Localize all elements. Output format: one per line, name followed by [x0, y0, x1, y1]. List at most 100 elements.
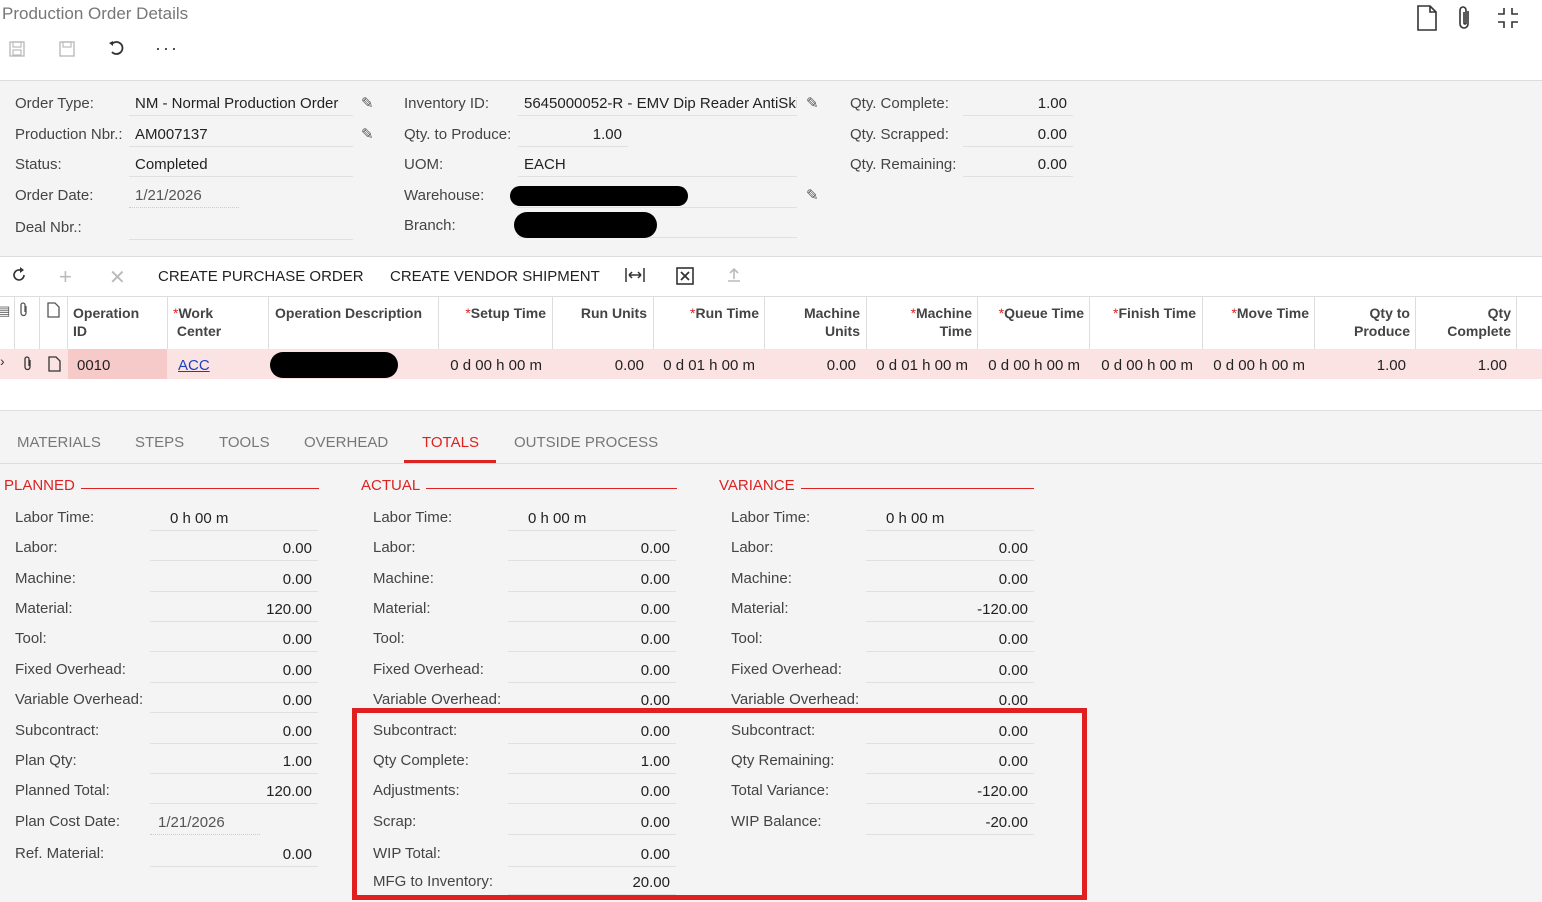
col-divider [67, 297, 68, 349]
edit-inventory-id-icon[interactable]: ✎ [806, 94, 819, 112]
cell-move-time[interactable]: 0 d 00 h 00 m [1204, 357, 1305, 374]
undo-icon[interactable] [107, 38, 127, 63]
col-operation-description[interactable]: Operation Description [275, 304, 422, 322]
tab-outside-process[interactable]: OUTSIDE PROCESS [514, 434, 658, 451]
cell-machine-units[interactable]: 0.00 [766, 357, 856, 374]
inventory-id-field[interactable]: 5645000052-R - EMV Dip Reader AntiSki [518, 92, 797, 116]
cell-run-time[interactable]: 0 d 01 h 00 m [655, 357, 755, 374]
variance-row-value: 0.00 [866, 628, 1034, 652]
col-queue-time[interactable]: *Queue Time [984, 304, 1084, 322]
collapse-icon[interactable] [1496, 6, 1520, 34]
production-nbr-field[interactable]: AM007137 [129, 123, 353, 147]
redacted-warehouse [510, 186, 688, 206]
variance-row-value: 0 h 00 m [866, 507, 1034, 531]
redacted-branch [514, 212, 657, 238]
planned-row-value: 0.00 [150, 628, 318, 652]
col-divider [167, 297, 168, 349]
row-selector-icon[interactable]: ▤ [0, 303, 10, 319]
col-move-time[interactable]: *Move Time [1209, 304, 1309, 322]
edit-production-nbr-icon[interactable]: ✎ [361, 125, 374, 143]
tab-tools[interactable]: TOOLS [219, 434, 270, 451]
col-work-center[interactable]: *Work Center [173, 304, 221, 340]
col-divider [1516, 297, 1517, 349]
actual-row-value: 0.00 [508, 659, 676, 683]
planned-row-label: Fixed Overhead: [15, 661, 126, 678]
tab-totals[interactable]: TOTALS [422, 434, 479, 451]
actual-row-value: 0.00 [508, 598, 676, 622]
qty-complete-label: Qty. Complete: [850, 95, 949, 112]
planned-row-label: Labor Time: [15, 509, 95, 526]
export-excel-icon[interactable] [676, 267, 694, 289]
cell-setup-time[interactable]: 0 d 00 h 00 m [440, 357, 542, 374]
qty-complete-field: 1.00 [963, 92, 1073, 116]
document-icon[interactable] [1416, 5, 1438, 35]
delete-row-icon[interactable]: ✕ [109, 265, 126, 290]
upload-icon[interactable] [725, 266, 743, 288]
actual-row-value: 0.00 [508, 628, 676, 652]
edit-order-type-icon[interactable]: ✎ [361, 94, 374, 112]
row-notes-icon[interactable] [48, 356, 61, 376]
actual-row-label: Material: [373, 600, 431, 617]
actual-row-value: 0.00 [508, 537, 676, 561]
cell-operation-id[interactable]: 0010 [77, 357, 110, 374]
col-divider [438, 297, 439, 349]
planned-row-value: 0.00 [150, 843, 318, 867]
cell-machine-time[interactable]: 0 d 01 h 00 m [868, 357, 968, 374]
planned-row-value: 120.00 [150, 780, 318, 804]
fit-columns-icon[interactable] [624, 266, 646, 288]
col-operation-id[interactable]: Operation ID [73, 304, 139, 340]
uom-field[interactable]: EACH [518, 153, 797, 177]
col-divider [1415, 297, 1416, 349]
cell-qty-complete[interactable]: 1.00 [1417, 357, 1507, 374]
tab-materials[interactable]: MATERIALS [17, 434, 101, 451]
row-files-icon[interactable] [22, 356, 34, 376]
col-run-units[interactable]: Run Units [560, 304, 647, 322]
order-type-field[interactable]: NM - Normal Production Order [129, 92, 353, 116]
files-header-icon [18, 302, 30, 322]
variance-row-value: 0.00 [866, 568, 1034, 592]
planned-row-value: 0.00 [150, 720, 318, 744]
order-date-label: Order Date: [15, 187, 94, 204]
col-qty-complete[interactable]: Qty Complete [1420, 304, 1511, 340]
page-title: Production Order Details [2, 4, 189, 23]
col-machine-units[interactable]: Machine Units [770, 304, 860, 340]
tab-overhead[interactable]: OVERHEAD [304, 434, 388, 451]
edit-warehouse-icon[interactable]: ✎ [806, 186, 819, 204]
actual-row-label: Fixed Overhead: [373, 661, 484, 678]
deal-nbr-field[interactable] [129, 216, 353, 240]
inventory-id-label: Inventory ID: [404, 95, 490, 112]
planned-section-title: PLANNED [4, 477, 81, 494]
planned-row-value: 120.00 [150, 598, 318, 622]
cell-qty-to-produce[interactable]: 1.00 [1316, 357, 1406, 374]
planned-row-label: Planned Total: [15, 782, 110, 799]
planned-row-value: 1/21/2026 [150, 811, 260, 835]
save-icon[interactable] [58, 40, 76, 63]
cell-work-center-link[interactable]: ACC [178, 357, 210, 374]
qty-to-produce-field[interactable]: 1.00 [518, 123, 628, 147]
col-divider [39, 297, 40, 349]
more-icon[interactable]: ··· [155, 38, 179, 59]
variance-row-value: 0.00 [866, 659, 1034, 683]
variance-row-value: 0.00 [866, 537, 1034, 561]
col-divider [764, 297, 765, 349]
cell-run-units[interactable]: 0.00 [560, 357, 644, 374]
variance-section-title: VARIANCE [719, 477, 801, 494]
create-purchase-order-button[interactable]: CREATE PURCHASE ORDER [158, 268, 364, 285]
col-setup-time[interactable]: *Setup Time [440, 304, 546, 322]
add-row-icon[interactable]: + [59, 264, 72, 290]
paperclip-icon[interactable] [1456, 5, 1474, 35]
tab-steps[interactable]: STEPS [135, 434, 184, 451]
save-draft-icon[interactable] [8, 40, 26, 63]
col-qty-to-produce[interactable]: Qty to Produce [1320, 304, 1410, 340]
col-machine-time[interactable]: *Machine Time [880, 304, 972, 340]
col-run-time[interactable]: *Run Time [660, 304, 759, 322]
planned-row-label: Tool: [15, 630, 47, 647]
refresh-icon[interactable] [10, 266, 28, 288]
create-vendor-shipment-button[interactable]: CREATE VENDOR SHIPMENT [390, 268, 600, 285]
planned-row-value: 1.00 [150, 750, 318, 774]
planned-row-label: Subcontract: [15, 722, 100, 739]
cell-finish-time[interactable]: 0 d 00 h 00 m [1091, 357, 1193, 374]
row-expand-icon[interactable]: › [0, 353, 5, 369]
cell-queue-time[interactable]: 0 d 00 h 00 m [979, 357, 1080, 374]
col-finish-time[interactable]: *Finish Time [1096, 304, 1196, 322]
